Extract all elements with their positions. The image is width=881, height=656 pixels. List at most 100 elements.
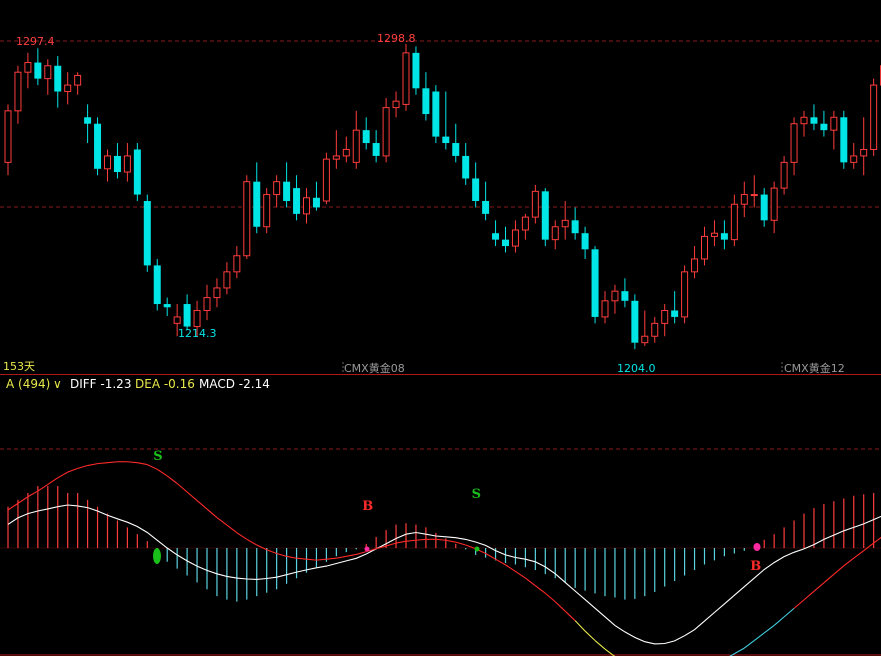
dea-line-segment: [395, 540, 407, 544]
dea-line-segment: [67, 467, 78, 473]
candle-body-down: [810, 117, 818, 124]
signal-s-label: S: [153, 449, 162, 464]
dea-line-segment: [554, 601, 566, 612]
dea-line-segment: [535, 585, 546, 594]
candle-body-up: [551, 226, 559, 241]
candle-body-down: [293, 188, 301, 214]
dea-line-segment: [773, 616, 785, 626]
period-label: 153天: [3, 360, 35, 373]
signal-dot: [364, 546, 370, 552]
candle-body-up: [213, 287, 221, 299]
candle-body-down: [432, 91, 440, 137]
signal-dot: [753, 543, 761, 551]
dea-line-segment: [206, 508, 218, 518]
candle-body-down: [54, 65, 62, 92]
candle-body-up: [531, 190, 539, 218]
dea-line-segment: [544, 592, 556, 603]
dea-line-segment: [495, 558, 506, 566]
dea-line-segment: [405, 539, 417, 542]
indicator-name[interactable]: A (494): [6, 375, 50, 393]
price-extreme-label: 1298.8: [377, 32, 416, 45]
candle-body-up: [14, 71, 22, 112]
dea-line-segment: [594, 640, 606, 650]
dea-line-segment: [574, 620, 586, 632]
candle-body-down: [631, 300, 639, 343]
dea-line-segment: [37, 483, 49, 492]
candle-body-up: [850, 155, 858, 163]
dea-line-segment: [843, 557, 855, 567]
dea-line-segment: [107, 461, 118, 464]
indicator-header: A (494) ∨ DIFF -1.23 DEA -0.16 MACD -2.1…: [0, 375, 881, 393]
price-extreme-label: 1214.3: [178, 327, 217, 340]
dea-line-segment: [186, 491, 198, 501]
candle-body-down: [541, 191, 549, 240]
signal-dot: [474, 546, 480, 552]
candle-body-up: [740, 194, 748, 205]
contract-label: CMX黄金12: [784, 361, 845, 375]
macd-histogram: [7, 486, 875, 602]
candle-body-down: [502, 239, 509, 247]
candle-body-up: [64, 84, 72, 93]
candle-body-down: [472, 178, 480, 201]
dea-line-segment: [216, 517, 228, 526]
dea-line-segment: [734, 647, 745, 655]
candle-body-down: [183, 304, 191, 327]
price-extreme-label: 1204.0: [617, 362, 656, 375]
candle-body-down: [312, 197, 320, 208]
dea-line-segment: [196, 500, 208, 510]
candle-body-up: [263, 194, 271, 228]
dea-line-segment: [505, 564, 516, 572]
candle-body-down: [372, 143, 380, 156]
candle-body-up: [44, 65, 52, 80]
dea-line-segment: [833, 565, 845, 575]
candle-body-up: [661, 309, 669, 324]
candle-body-down: [492, 233, 500, 240]
candle-body-up: [273, 181, 281, 196]
candle-body-down: [581, 233, 589, 250]
candle-body-up: [561, 219, 569, 228]
candle-body-up: [104, 155, 111, 170]
dea-label: DEA -0.16: [135, 377, 195, 391]
candle-body-down: [571, 220, 579, 234]
candle-body-up: [352, 129, 360, 163]
candle-body-up: [750, 194, 758, 197]
dea-line-segment: [27, 490, 39, 498]
candle-body-up: [611, 290, 619, 302]
dea-line-segment: [97, 462, 108, 465]
candle-body-down: [113, 155, 121, 173]
signal-dot: [153, 548, 161, 564]
candle-body-up: [710, 232, 718, 237]
chevron-down-icon[interactable]: ∨: [53, 375, 62, 393]
candle-body-up: [342, 148, 350, 157]
candle-body-up: [392, 100, 400, 109]
candle-body-up: [770, 187, 778, 221]
candle-body-down: [84, 117, 92, 124]
candle-body-down: [482, 201, 490, 214]
candle-body-down: [253, 181, 261, 227]
dea-line-segment: [525, 577, 536, 587]
candle-body-up: [511, 229, 519, 247]
candle-body-up: [730, 203, 738, 241]
candle-body-up: [651, 322, 659, 337]
candle-body-up: [860, 148, 868, 157]
candle-body-up: [223, 271, 231, 289]
signal-b-label: B: [362, 499, 373, 514]
candle-body-down: [362, 130, 370, 144]
candle-body-up: [303, 197, 310, 215]
dea-line-segment: [823, 573, 835, 584]
dea-line-segment: [863, 542, 874, 552]
candle-body-up: [203, 297, 211, 311]
dea-line-segment: [286, 555, 297, 559]
dea-line-segment: [803, 590, 815, 601]
dea-line-segment: [813, 582, 825, 592]
dea-line-segment: [147, 464, 158, 470]
candlestick-macd-chart: 1297.4 1298.8 1214.3 1204.0 153天 CMX黄金08 CMX黄金…: [0, 32, 881, 656]
dea-line-segment: [435, 538, 446, 541]
candle-body-down: [671, 310, 679, 317]
candle-body-down: [94, 123, 102, 169]
dea-line-segment: [296, 557, 307, 560]
dea-line-segment: [87, 463, 98, 467]
candles-group: [4, 43, 881, 350]
candle-body-down: [153, 265, 161, 305]
dea-line-segment: [485, 553, 496, 560]
